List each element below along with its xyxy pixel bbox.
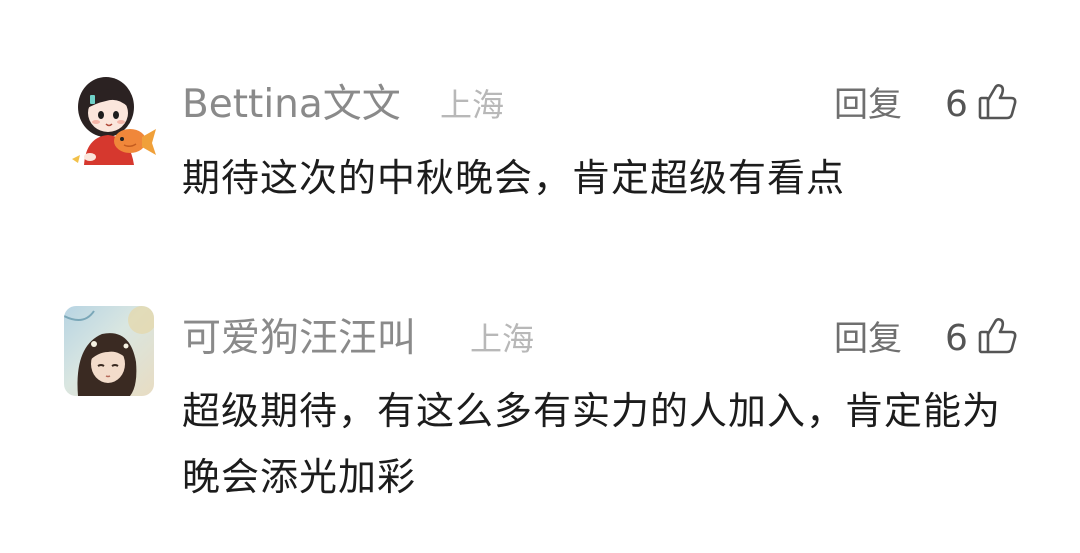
username[interactable]: 可爱狗汪汪叫 <box>182 314 416 364</box>
reply-button[interactable]: 回复 <box>834 80 902 130</box>
avatar-illustration <box>64 306 154 396</box>
comment-text: 期待这次的中秋晚会，肯定超级有看点 <box>182 156 846 200</box>
location-label: 上海 <box>470 320 535 358</box>
like-count: 6 <box>945 84 968 125</box>
reply-button[interactable]: 回复 <box>834 314 902 364</box>
location-label: 上海 <box>440 86 505 124</box>
username[interactable]: Bettina文文 <box>182 80 401 130</box>
avatar[interactable] <box>64 306 154 396</box>
like-count: 6 <box>945 318 968 359</box>
thumbs-up-icon[interactable] <box>976 314 1020 358</box>
comment-item: Bettina文文 上海 回复 6 期待这次的中秋晚会，肯定超级有看点 <box>0 0 1080 250</box>
comment-item: 可爱狗汪汪叫 上海 回复 6 超级期待，有这么多有实力的人加入，肯定能为晚会添光… <box>0 250 1080 553</box>
comment-text: 超级期待，有这么多有实力的人加入，肯定能为晚会添光加彩 <box>182 389 1002 499</box>
avatar-illustration <box>72 77 156 165</box>
thumbs-up-icon[interactable] <box>976 80 1020 124</box>
avatar[interactable] <box>68 73 158 165</box>
